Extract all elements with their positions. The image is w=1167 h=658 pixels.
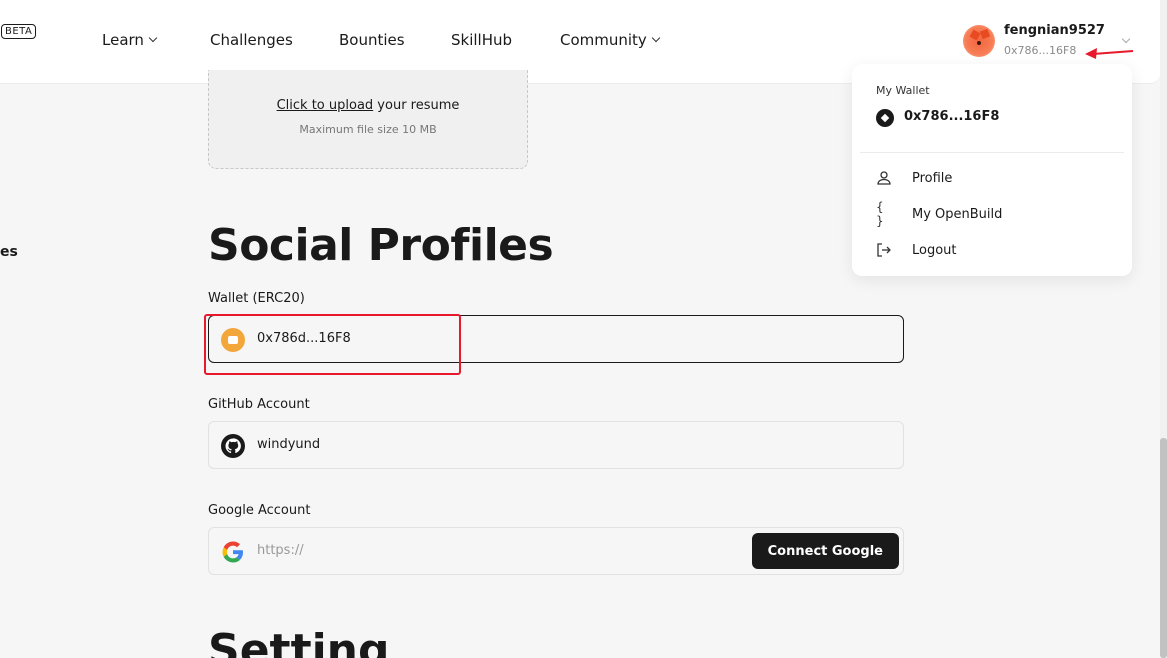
person-icon [876,170,892,186]
chevron-down-icon [148,33,158,43]
social-profiles-title: Social Profiles [208,220,554,271]
my-wallet-title: My Wallet [876,84,930,97]
upload-prompt: Click to upload your resume [209,98,527,113]
google-field[interactable]: https:// Connect Google [208,527,904,575]
annotation-arrow-icon [1085,48,1134,59]
google-label: Google Account [208,503,311,518]
beta-badge: BETA [1,24,37,39]
chevron-down-icon[interactable] [1121,34,1131,44]
menu-item-my-openbuild-label: My OpenBuild [912,206,1003,222]
upload-max-size: Maximum file size 10 MB [299,123,437,136]
nav-community-label: Community [560,31,647,49]
scrollbar-thumb[interactable] [1160,438,1167,658]
logout-icon [876,242,892,258]
upload-link[interactable]: Click to upload [277,98,374,113]
annotation-highlight-box [204,314,461,375]
nav-skillhub[interactable]: SkillHub [451,31,512,49]
upload-rest-text: your resume [373,98,460,113]
user-dropdown-menu: My Wallet 0x786...16F8 Profile { } My Op… [852,64,1132,276]
ethereum-icon [876,109,894,127]
wallet-address[interactable]: 0x786...16F8 [904,109,999,124]
nav-skillhub-label: SkillHub [451,31,513,49]
avatar[interactable] [963,25,995,57]
menu-item-my-openbuild[interactable]: { } My OpenBuild [876,200,1003,228]
github-icon [221,434,245,458]
setting-title: Setting [208,625,390,658]
nav-challenges-label: Challenges [210,31,293,49]
github-field[interactable]: windyund [208,421,904,469]
resume-upload-dropzone[interactable]: Click to upload your resume Maximum file… [208,70,528,169]
connect-google-button[interactable]: Connect Google [751,533,899,569]
wallet-label: Wallet (ERC20) [208,291,305,306]
nav-learn[interactable]: Learn [102,31,158,49]
menu-item-profile-label: Profile [912,170,953,186]
username: fengnian9527 [1004,23,1105,38]
github-label: GitHub Account [208,397,310,412]
google-icon [222,541,243,563]
chevron-down-icon [651,33,661,43]
user-address: 0x786...16F8 [1004,44,1077,57]
menu-item-logout-label: Logout [912,242,957,258]
nav-community[interactable]: Community [560,31,661,49]
nav-challenges[interactable]: Challenges [210,31,293,49]
nav-bounties-label: Bounties [339,31,405,49]
nav-bounties[interactable]: Bounties [339,31,405,49]
sidebar-partial-text[interactable]: es [0,244,18,260]
nav-learn-label: Learn [102,31,144,49]
braces-icon: { } [876,200,884,228]
google-url-placeholder[interactable]: https:// [257,543,304,558]
github-value: windyund [257,437,321,452]
menu-item-logout[interactable]: Logout [876,240,957,260]
divider [860,152,1124,153]
menu-item-profile[interactable]: Profile [876,168,952,188]
